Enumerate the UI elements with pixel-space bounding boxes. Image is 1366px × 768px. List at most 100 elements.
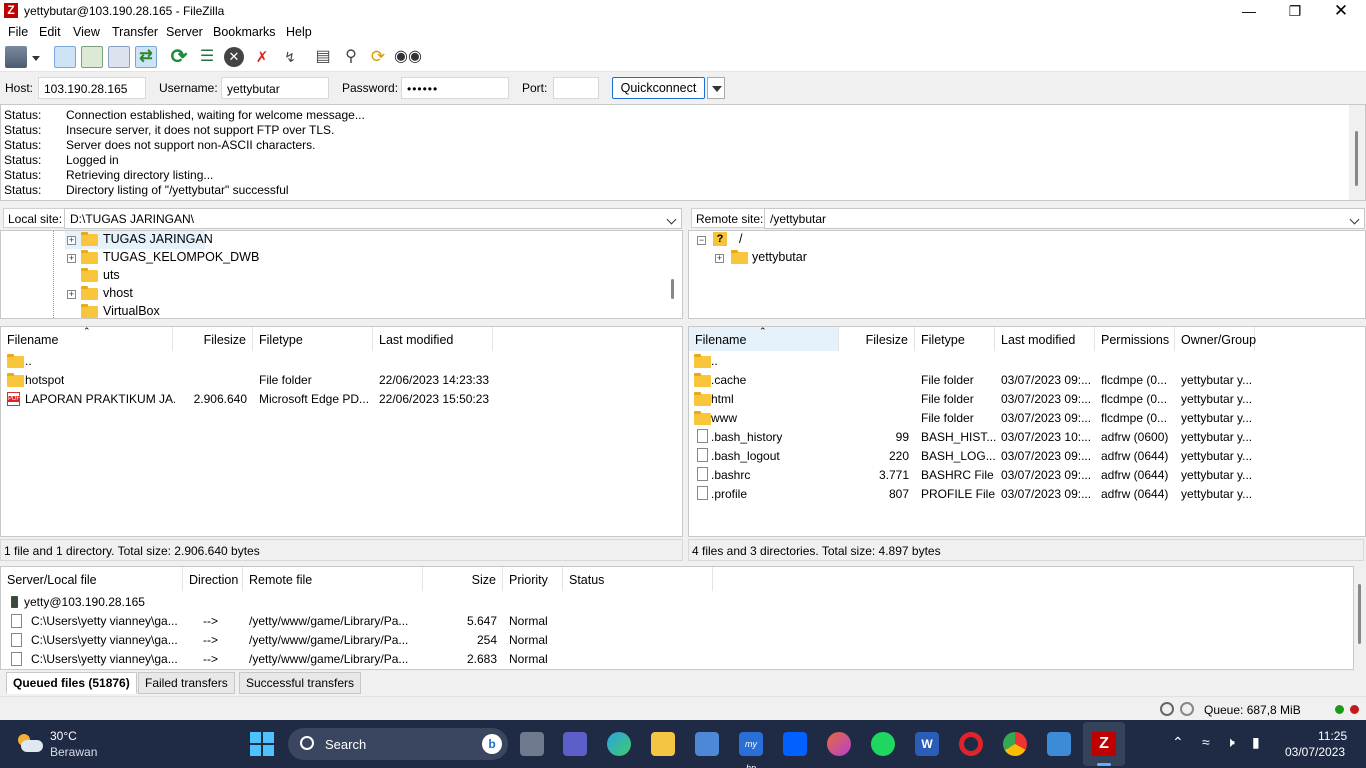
local-tree-scrollbar[interactable] xyxy=(671,279,674,299)
mail-icon[interactable] xyxy=(695,732,719,756)
file-explorer-icon[interactable] xyxy=(651,732,675,756)
site-manager-dropdown-icon[interactable] xyxy=(30,46,42,68)
column-filename[interactable]: Filename ⌃ xyxy=(689,327,839,351)
edge-browser-icon[interactable] xyxy=(607,732,631,756)
quickconnect-button[interactable]: Quickconnect xyxy=(612,77,705,99)
expand-icon[interactable]: + xyxy=(715,254,724,263)
file-row[interactable]: .bash_logout 220 BASH_LOG... 03/07/2023 … xyxy=(689,447,1365,466)
directory-filter-icon[interactable]: ▤ xyxy=(312,46,334,68)
file-row[interactable]: .. xyxy=(689,352,1365,371)
spotify-icon[interactable] xyxy=(871,732,895,756)
app-icon[interactable] xyxy=(827,732,851,756)
refresh-icon[interactable]: ⟳ xyxy=(168,46,190,68)
menu-server[interactable]: Server xyxy=(166,25,203,39)
file-row[interactable]: hotspot File folder 22/06/2023 14:23:33 xyxy=(1,371,682,390)
column-filetype[interactable]: Filetype xyxy=(253,327,373,351)
column-filesize[interactable]: Filesize xyxy=(173,327,253,351)
column-filename[interactable]: Filename ⌃ xyxy=(1,327,173,351)
column-owner-group[interactable]: Owner/Group xyxy=(1175,327,1256,351)
tree-node-tugas-kelompok[interactable]: + TUGAS_KELOMPOK_DWB xyxy=(65,249,265,267)
close-button[interactable]: ✕ xyxy=(1318,0,1364,22)
tree-node-tugas-jaringan[interactable]: + TUGAS JARINGAN xyxy=(65,231,213,249)
weather-cloud-icon[interactable] xyxy=(16,732,44,754)
word-icon[interactable]: W xyxy=(915,732,939,756)
column-filesize[interactable]: Filesize xyxy=(839,327,915,351)
dropbox-icon[interactable] xyxy=(783,732,807,756)
menu-file[interactable]: File xyxy=(8,25,28,39)
tree-node-uts[interactable]: uts xyxy=(65,267,165,285)
quickconnect-history-dropdown[interactable] xyxy=(707,77,725,99)
queue-server-row[interactable]: yetty@103.190.28.165 xyxy=(1,593,1351,612)
column-last-modified[interactable]: Last modified xyxy=(995,327,1095,351)
tab-successful-transfers[interactable]: Successful transfers xyxy=(239,672,362,694)
settings-gear-icon[interactable] xyxy=(1160,702,1174,716)
local-path-input[interactable]: D:\TUGAS JARINGAN\ xyxy=(64,208,682,229)
file-row[interactable]: .. xyxy=(1,352,682,371)
search-remote-files-icon[interactable]: ◉◉ xyxy=(394,46,422,68)
tree-node-yettybutar[interactable]: + yettybutar xyxy=(715,249,815,267)
host-input[interactable]: 103.190.28.165 xyxy=(38,77,146,99)
toggle-remote-tree-icon[interactable] xyxy=(108,46,130,68)
windows-start-icon[interactable] xyxy=(250,732,275,757)
toggle-message-log-icon[interactable] xyxy=(54,46,76,68)
file-row[interactable]: LAPORAN PRAKTIKUM JA... 2.906.640 Micros… xyxy=(1,390,682,409)
menu-help[interactable]: Help xyxy=(286,25,312,39)
chrome-icon[interactable] xyxy=(1003,732,1027,756)
site-manager-icon[interactable] xyxy=(5,46,27,68)
collapse-icon[interactable]: − xyxy=(697,236,706,245)
tree-node-virtualbox[interactable]: VirtualBox xyxy=(65,303,185,318)
file-row[interactable]: .bashrc 3.771 BASHRC File 03/07/2023 09:… xyxy=(689,466,1365,485)
username-input[interactable]: yettybutar xyxy=(221,77,329,99)
clock-date[interactable]: 03/07/2023 xyxy=(1285,745,1345,759)
port-input[interactable] xyxy=(553,77,599,99)
photos-icon[interactable] xyxy=(1047,732,1071,756)
column-size[interactable]: Size xyxy=(423,567,503,591)
tab-queued-files[interactable]: Queued files (51876) xyxy=(6,672,137,694)
column-direction[interactable]: Direction xyxy=(183,567,243,591)
file-row[interactable]: .bash_history 99 BASH_HIST... 03/07/2023… xyxy=(689,428,1365,447)
clock-time[interactable]: 11:25 xyxy=(1318,729,1347,743)
file-row[interactable]: www File folder 03/07/2023 09:... flcdmp… xyxy=(689,409,1365,428)
queue-row[interactable]: C:\Users\yetty vianney\ga... --> /yetty/… xyxy=(1,650,1351,669)
process-queue-icon[interactable]: ☰ xyxy=(196,46,218,68)
restore-button[interactable]: ❐ xyxy=(1272,0,1318,22)
file-row[interactable]: .profile 807 PROFILE File 03/07/2023 09:… xyxy=(689,485,1365,504)
queue-row[interactable]: C:\Users\yetty vianney\ga... --> /yetty/… xyxy=(1,612,1351,631)
filezilla-taskbar-button[interactable]: Z xyxy=(1083,722,1125,766)
column-last-modified[interactable]: Last modified xyxy=(373,327,493,351)
file-row[interactable]: html File folder 03/07/2023 09:... flcdm… xyxy=(689,390,1365,409)
expand-icon[interactable]: + xyxy=(67,254,76,263)
column-priority[interactable]: Priority xyxy=(503,567,563,591)
menu-transfer[interactable]: Transfer xyxy=(112,25,158,39)
reconnect-icon[interactable]: ↯ xyxy=(279,46,301,68)
chevron-down-icon[interactable] xyxy=(1349,214,1360,225)
cancel-operation-icon[interactable]: ✕ xyxy=(224,47,244,67)
column-remote-file[interactable]: Remote file xyxy=(243,567,423,591)
opera-icon[interactable] xyxy=(959,732,983,756)
tree-node-root[interactable]: − ? / xyxy=(697,231,777,249)
chevron-down-icon[interactable] xyxy=(666,214,677,225)
teams-chat-icon[interactable] xyxy=(563,732,587,756)
myhp-icon[interactable]: my hp xyxy=(739,732,763,768)
queue-scrollbar[interactable] xyxy=(1354,566,1366,670)
expand-icon[interactable]: + xyxy=(67,290,76,299)
toggle-local-tree-icon[interactable] xyxy=(81,46,103,68)
speaker-muted-icon[interactable]: 🕨 xyxy=(1226,734,1235,751)
column-status[interactable]: Status xyxy=(563,567,713,591)
expand-icon[interactable]: + xyxy=(67,236,76,245)
show-hidden-icons-chevron-icon[interactable]: ⌃ xyxy=(1172,734,1184,751)
file-row[interactable]: .cache File folder 03/07/2023 09:... flc… xyxy=(689,371,1365,390)
speed-limit-icon[interactable] xyxy=(1180,702,1194,716)
remote-path-input[interactable]: /yettybutar xyxy=(764,208,1365,229)
column-permissions[interactable]: Permissions xyxy=(1095,327,1175,351)
menu-bookmarks[interactable]: Bookmarks xyxy=(213,25,276,39)
bing-icon[interactable]: b xyxy=(482,734,502,754)
tab-failed-transfers[interactable]: Failed transfers xyxy=(138,672,235,694)
toggle-transfer-queue-icon[interactable]: ⇄ xyxy=(135,46,157,68)
disconnect-icon[interactable]: ✗ xyxy=(251,46,273,68)
menu-view[interactable]: View xyxy=(73,25,100,39)
task-view-icon[interactable] xyxy=(520,732,544,756)
queue-row[interactable]: C:\Users\yetty vianney\ga... --> /yetty/… xyxy=(1,631,1351,650)
synchronized-browsing-icon[interactable]: ⟳ xyxy=(367,46,389,68)
compare-directories-icon[interactable]: ⚲ xyxy=(340,46,362,68)
